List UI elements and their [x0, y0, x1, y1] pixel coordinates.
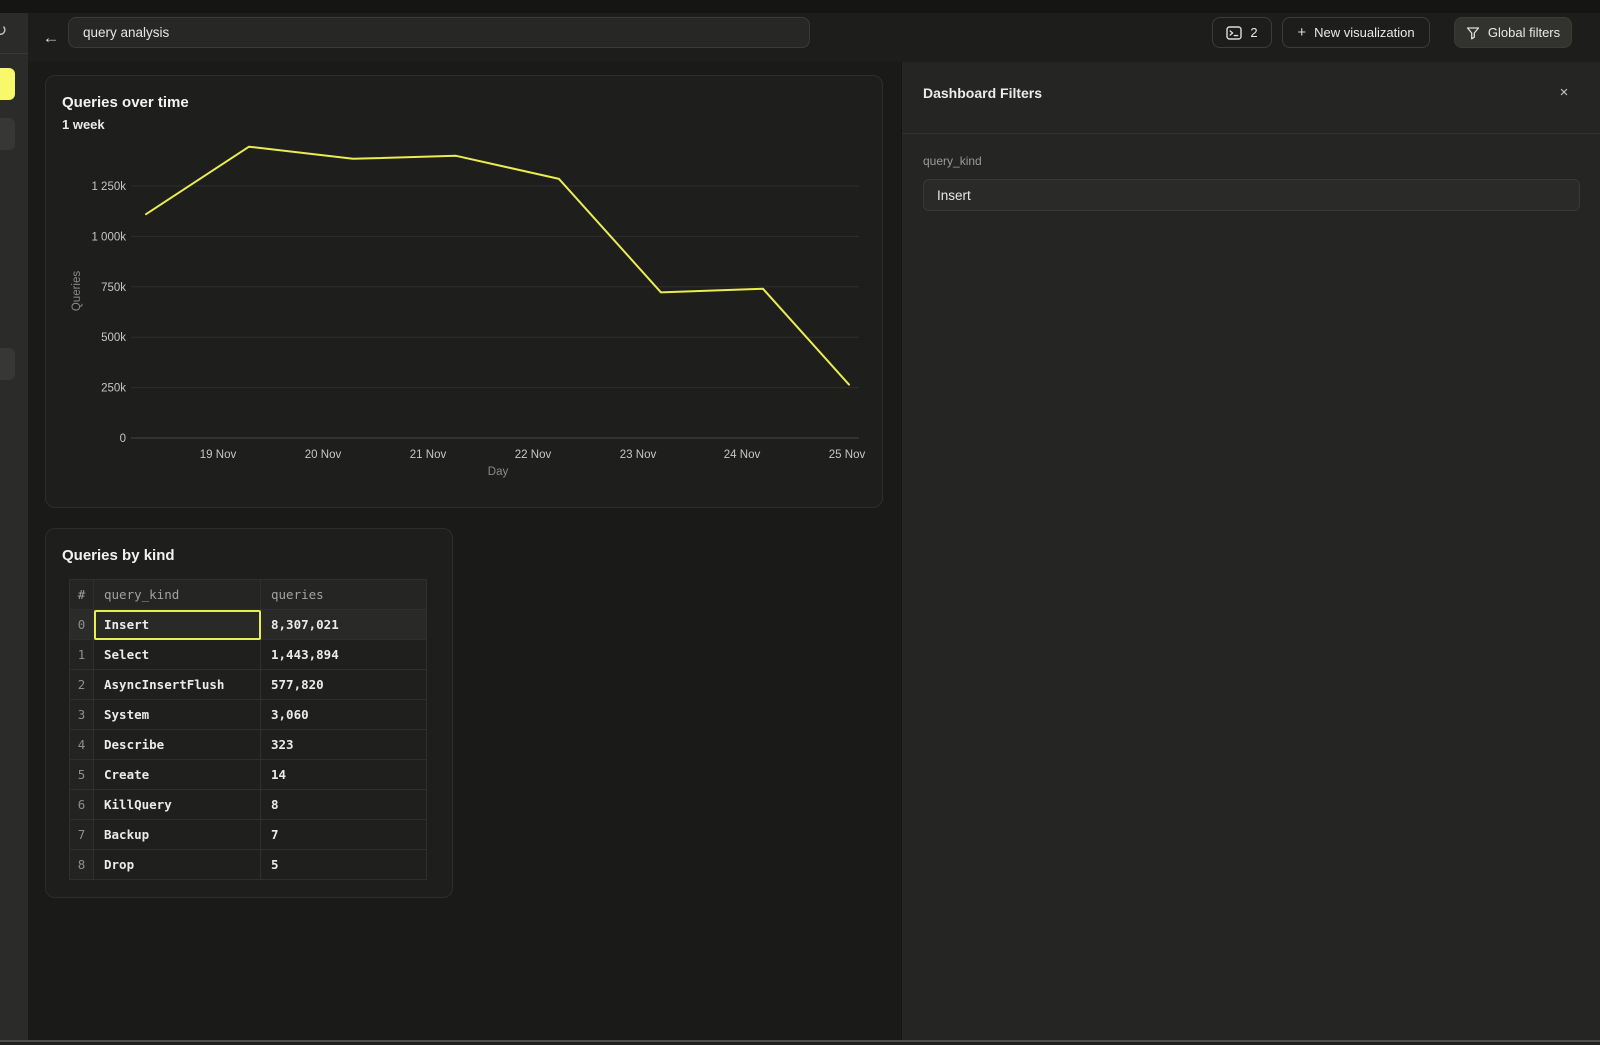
- filter-field-label: query_kind: [923, 154, 982, 168]
- table-header-row: # query_kind queries: [70, 580, 427, 610]
- rail-divider: [0, 53, 28, 54]
- panel-divider: [902, 133, 1600, 134]
- window-bottom-band: [0, 1040, 1600, 1045]
- y-tick-label: 1 000k: [91, 231, 126, 243]
- refresh-icon[interactable]: ↻: [0, 21, 7, 41]
- global-filters-button[interactable]: Global filters: [1454, 17, 1572, 48]
- cell-index: 5: [70, 760, 94, 790]
- panel-title: Dashboard Filters: [923, 85, 1042, 101]
- column-header-queries[interactable]: queries: [261, 580, 427, 610]
- cell-index: 4: [70, 730, 94, 760]
- y-axis-title: Queries: [71, 271, 83, 312]
- sql-console-button[interactable]: 2: [1212, 17, 1272, 48]
- table-row: 1Select1,443,894: [70, 640, 427, 670]
- cell-query-kind[interactable]: AsyncInsertFlush: [94, 670, 261, 700]
- new-visualization-button[interactable]: + New visualization: [1282, 17, 1430, 48]
- queries-by-kind-card: Queries by kind # query_kind queries 0In…: [45, 528, 453, 898]
- cell-query-kind[interactable]: Describe: [94, 730, 261, 760]
- cell-queries[interactable]: 323: [261, 730, 427, 760]
- y-tick-label: 500k: [101, 332, 126, 344]
- queries-over-time-chart[interactable]: 0 250k 500k 750k 1 000k 1 250k 19 Nov 20 Nov 21 …: [46, 76, 884, 509]
- cell-query-kind[interactable]: System: [94, 700, 261, 730]
- dashboard-canvas: Queries over time 1 week 0250k500k750k1 …: [28, 62, 901, 1040]
- cell-query-kind[interactable]: Insert: [94, 610, 261, 640]
- x-tick-label: 24 Nov: [724, 449, 761, 461]
- table-row: 2AsyncInsertFlush577,820: [70, 670, 427, 700]
- cell-query-kind[interactable]: Select: [94, 640, 261, 670]
- collapsed-sidebar: ↻: [0, 13, 28, 1040]
- y-tick-label: 1 250k: [91, 181, 126, 193]
- funnel-icon: [1466, 26, 1480, 40]
- query-kind-filter-input[interactable]: [923, 179, 1580, 211]
- x-tick-label: 21 Nov: [410, 449, 447, 461]
- table-row: 8Drop5: [70, 850, 427, 880]
- dashboard-filters-panel: Dashboard Filters × query_kind: [901, 62, 1600, 1040]
- cell-queries[interactable]: 577,820: [261, 670, 427, 700]
- x-tick-label: 22 Nov: [515, 449, 552, 461]
- sidebar-thumb-active[interactable]: [0, 68, 15, 100]
- cell-index: 2: [70, 670, 94, 700]
- table-row: 7Backup7: [70, 820, 427, 850]
- console-count: 2: [1250, 25, 1257, 40]
- window-top-band: [0, 0, 1600, 13]
- close-icon[interactable]: ×: [1554, 82, 1574, 102]
- new-visualization-label: New visualization: [1314, 25, 1414, 40]
- cell-queries[interactable]: 14: [261, 760, 427, 790]
- global-filters-label: Global filters: [1488, 25, 1560, 40]
- table-row: 6KillQuery8: [70, 790, 427, 820]
- topbar: ← 2 + New visualization Global filters: [28, 13, 1600, 62]
- cell-queries[interactable]: 8,307,021: [261, 610, 427, 640]
- table-row: 5Create14: [70, 760, 427, 790]
- cell-query-kind[interactable]: Create: [94, 760, 261, 790]
- queries-line-series: [146, 147, 849, 385]
- y-tick-label: 0: [120, 433, 126, 445]
- queries-over-time-card: Queries over time 1 week 0250k500k750k1 …: [45, 75, 883, 508]
- cell-queries[interactable]: 3,060: [261, 700, 427, 730]
- x-tick-label: 23 Nov: [620, 449, 657, 461]
- table-row: 4Describe323: [70, 730, 427, 760]
- cell-queries[interactable]: 7: [261, 820, 427, 850]
- column-header-index[interactable]: #: [70, 580, 94, 610]
- back-button[interactable]: ←: [39, 26, 63, 50]
- column-header-query-kind[interactable]: query_kind: [94, 580, 261, 610]
- y-tick-label: 250k: [101, 383, 126, 395]
- cell-query-kind[interactable]: Drop: [94, 850, 261, 880]
- x-axis-title: Day: [488, 466, 509, 478]
- sidebar-thumb[interactable]: [0, 348, 15, 380]
- cell-index: 8: [70, 850, 94, 880]
- cell-queries[interactable]: 5: [261, 850, 427, 880]
- plus-icon: +: [1297, 24, 1306, 41]
- cell-index: 0: [70, 610, 94, 640]
- cell-queries[interactable]: 8: [261, 790, 427, 820]
- cell-query-kind[interactable]: KillQuery: [94, 790, 261, 820]
- cell-index: 1: [70, 640, 94, 670]
- cell-index: 7: [70, 820, 94, 850]
- table-row: 0Insert8,307,021: [70, 610, 427, 640]
- table-row: 3System3,060: [70, 700, 427, 730]
- sidebar-thumb[interactable]: [0, 118, 15, 150]
- y-tick-label: 750k: [101, 282, 126, 294]
- cell-query-kind[interactable]: Backup: [94, 820, 261, 850]
- cell-index: 6: [70, 790, 94, 820]
- x-tick-label: 25 Nov: [829, 449, 866, 461]
- queries-by-kind-table: # query_kind queries 0Insert8,307,0211Se…: [69, 579, 427, 880]
- table-title: Queries by kind: [62, 547, 175, 564]
- x-tick-label: 20 Nov: [305, 449, 342, 461]
- cell-queries[interactable]: 1,443,894: [261, 640, 427, 670]
- x-tick-label: 19 Nov: [200, 449, 237, 461]
- dashboard-title-input[interactable]: [68, 17, 810, 48]
- cell-index: 3: [70, 700, 94, 730]
- sql-console-icon: [1226, 26, 1242, 40]
